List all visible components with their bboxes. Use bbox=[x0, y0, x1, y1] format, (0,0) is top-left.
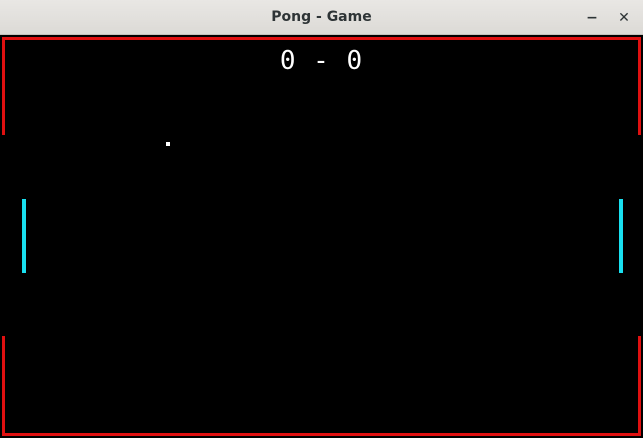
scoreboard: 0 - 0 bbox=[279, 46, 364, 76]
game-canvas[interactable]: 0 - 0 bbox=[0, 36, 643, 438]
close-button[interactable]: ✕ bbox=[612, 6, 636, 30]
left-wall-lower bbox=[2, 336, 5, 436]
ball bbox=[166, 142, 170, 146]
window-title: Pong - Game bbox=[271, 9, 372, 25]
bottom-wall bbox=[2, 433, 641, 436]
right-wall-lower bbox=[638, 336, 641, 436]
right-paddle bbox=[619, 199, 623, 273]
minimize-button[interactable]: − bbox=[580, 6, 604, 30]
game-window: Pong - Game − ✕ 0 - 0 bbox=[0, 0, 643, 438]
top-wall bbox=[2, 37, 641, 40]
title-bar[interactable]: Pong - Game − ✕ bbox=[0, 0, 643, 35]
left-paddle bbox=[22, 199, 26, 273]
